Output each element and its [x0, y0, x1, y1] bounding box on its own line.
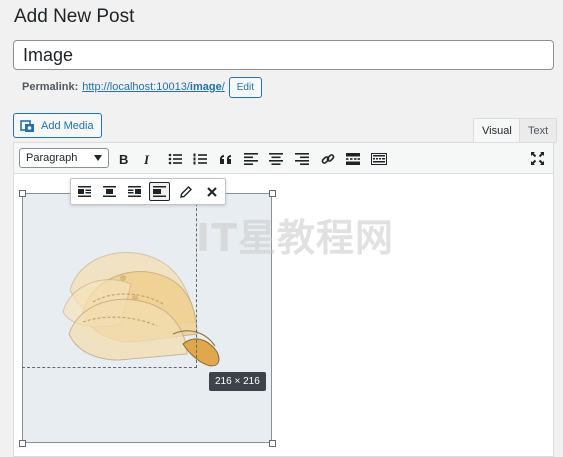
fullscreen-icon — [530, 152, 544, 165]
permalink-url-end: / — [221, 81, 225, 93]
align-center-icon — [103, 186, 116, 197]
page-title: Add New Post — [14, 6, 135, 27]
resize-handle-top-left[interactable] — [19, 190, 26, 197]
svg-text:B: B — [119, 153, 128, 165]
align-left-icon — [78, 186, 91, 197]
editor: Paragraph B I 216 × 216 IT星教程网 — [13, 142, 554, 457]
edit-pencil-icon — [179, 185, 192, 198]
read-more-button[interactable] — [342, 148, 364, 169]
chevron-down-icon — [94, 155, 102, 161]
resize-handle-top-right[interactable] — [269, 190, 276, 197]
link-button[interactable] — [317, 148, 339, 169]
image-toolbar — [70, 178, 226, 205]
image-dimensions-tooltip: 216 × 216 — [209, 372, 266, 391]
read-more-icon — [346, 152, 360, 165]
image-remove-button[interactable] — [201, 182, 222, 201]
post-title-input[interactable]: Image — [13, 40, 554, 70]
permalink-edit-button[interactable]: Edit — [228, 76, 262, 98]
image-edit-button[interactable] — [175, 182, 196, 201]
editor-content[interactable]: 216 × 216 IT星教程网 — [14, 175, 553, 456]
align-left-button[interactable] — [240, 148, 262, 169]
align-none-icon — [153, 186, 166, 197]
align-right-button[interactable] — [291, 148, 313, 169]
permalink-url-slug: image — [189, 81, 222, 93]
bullet-list-icon — [168, 153, 182, 164]
toolbar-toggle-icon — [371, 152, 387, 165]
watermark: IT星教程网 — [196, 216, 395, 260]
image-align-left-button[interactable] — [74, 182, 95, 201]
bullet-list-button[interactable] — [164, 148, 186, 169]
bold-button[interactable]: B — [113, 148, 135, 169]
format-select-value: Paragraph — [26, 152, 78, 164]
image-align-none-button[interactable] — [149, 182, 170, 201]
media-icon — [20, 119, 34, 132]
tab-text[interactable]: Text — [519, 118, 558, 143]
align-left-icon — [244, 152, 258, 165]
numbered-list-button[interactable] — [189, 148, 211, 169]
resize-handle-bottom-right[interactable] — [269, 440, 276, 447]
toolbar-toggle-button[interactable] — [368, 148, 390, 169]
image-align-right-button[interactable] — [124, 182, 145, 201]
bold-icon: B — [119, 153, 128, 165]
editor-toolbar: Paragraph B I — [14, 143, 553, 174]
link-icon — [321, 153, 335, 164]
numbered-list-icon — [193, 153, 207, 164]
align-right-icon — [128, 186, 141, 197]
permalink-row: Permalink: http://localhost:10013/image/… — [22, 76, 262, 98]
permalink-url-base: http://localhost:10013/ — [82, 81, 190, 93]
remove-icon — [206, 186, 217, 197]
image-align-center-button[interactable] — [99, 182, 120, 201]
align-center-icon — [269, 152, 283, 165]
blockquote-button[interactable] — [215, 148, 237, 169]
italic-icon: I — [143, 153, 150, 165]
align-center-button[interactable] — [265, 148, 287, 169]
format-select[interactable]: Paragraph — [19, 148, 109, 168]
resize-handle-bottom-left[interactable] — [19, 440, 26, 447]
fullscreen-button[interactable] — [526, 148, 548, 169]
italic-button[interactable]: I — [137, 148, 159, 169]
permalink-label: Permalink: — [22, 81, 79, 93]
original-size-guide — [22, 193, 197, 368]
svg-text:I: I — [143, 153, 150, 165]
tab-visual[interactable]: Visual — [473, 118, 521, 143]
add-media-label: Add Media — [41, 119, 94, 132]
blockquote-icon — [220, 154, 231, 164]
permalink-link[interactable]: http://localhost:10013/image/ — [82, 81, 225, 93]
add-media-button[interactable]: Add Media — [13, 113, 102, 138]
align-right-icon — [295, 152, 309, 165]
